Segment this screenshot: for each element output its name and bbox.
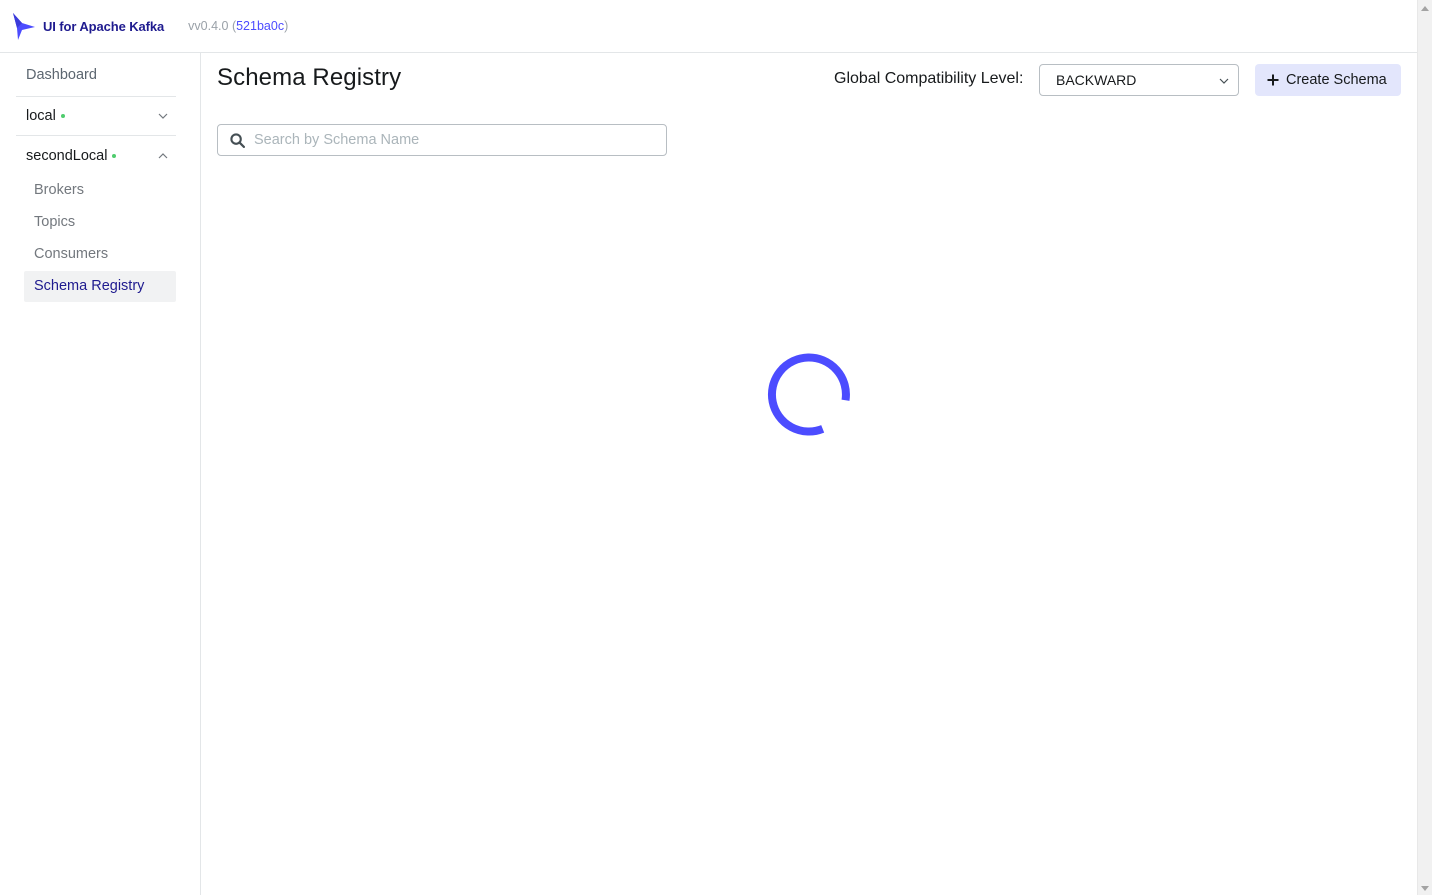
cluster-name-wrap: secondLocal [26,147,117,164]
loading-spinner [768,353,850,436]
create-schema-label: Create Schema [1286,72,1387,88]
commit-link[interactable]: 521ba0c [236,19,284,33]
create-schema-button[interactable]: Create Schema [1255,64,1401,96]
sidebar-item-brokers[interactable]: Brokers [24,175,176,206]
chevron-down-icon [158,113,168,119]
scroll-up-arrow-icon[interactable] [1421,6,1429,11]
search-input[interactable] [254,126,654,154]
cluster-toggle-secondlocal[interactable]: secondLocal [16,136,176,175]
app-root: UI for Apache Kafka vv0.4.0 (521ba0c) Da… [0,0,1432,895]
compatibility-label: Global Compatibility Level: [834,70,1024,87]
cluster-toggle-local[interactable]: local [16,97,176,136]
chevron-up-icon [158,152,168,158]
version-close-paren: ) [284,19,289,33]
compatibility-select[interactable]: BACKWARD [1039,64,1239,96]
cluster-name: local [26,108,56,124]
search-box [217,124,667,156]
plus-icon [1267,74,1279,86]
search-icon [230,133,245,148]
sidebar: Dashboard local secondLocal Brokers Topi… [0,53,201,895]
kafka-ui-logo-icon [13,13,35,40]
brand-title: UI for Apache Kafka [43,18,165,34]
cluster-status-dot [112,153,117,158]
vertical-scrollbar[interactable] [1417,0,1432,895]
top-navbar: UI for Apache Kafka vv0.4.0 (521ba0c) [0,0,1417,53]
brand-link[interactable]: UI for Apache Kafka [12,11,164,41]
sidebar-item-consumers[interactable]: Consumers [24,239,176,270]
cluster-status-dot [60,114,65,118]
sidebar-item-schema-registry[interactable]: Schema Registry [24,271,176,302]
compatibility-value: BACKWARD [1056,72,1137,88]
version-info: vv0.4.0 (521ba0c) [188,19,288,33]
sidebar-list: Dashboard local secondLocal Brokers Topi… [16,53,176,303]
sidebar-item-topics[interactable]: Topics [24,207,176,238]
version-open-paren: ( [228,19,237,33]
page-title: Schema Registry [217,64,402,91]
version-number: v0.4.0 [194,19,229,33]
cluster-name: secondLocal [26,147,108,164]
cluster-submenu: Brokers Topics Consumers Schema Registry [16,175,176,302]
sidebar-item-dashboard[interactable]: Dashboard [16,53,176,97]
chevron-down-icon [1219,78,1229,84]
cluster-name-wrap: local [26,108,65,124]
scroll-down-arrow-icon[interactable] [1421,886,1429,891]
